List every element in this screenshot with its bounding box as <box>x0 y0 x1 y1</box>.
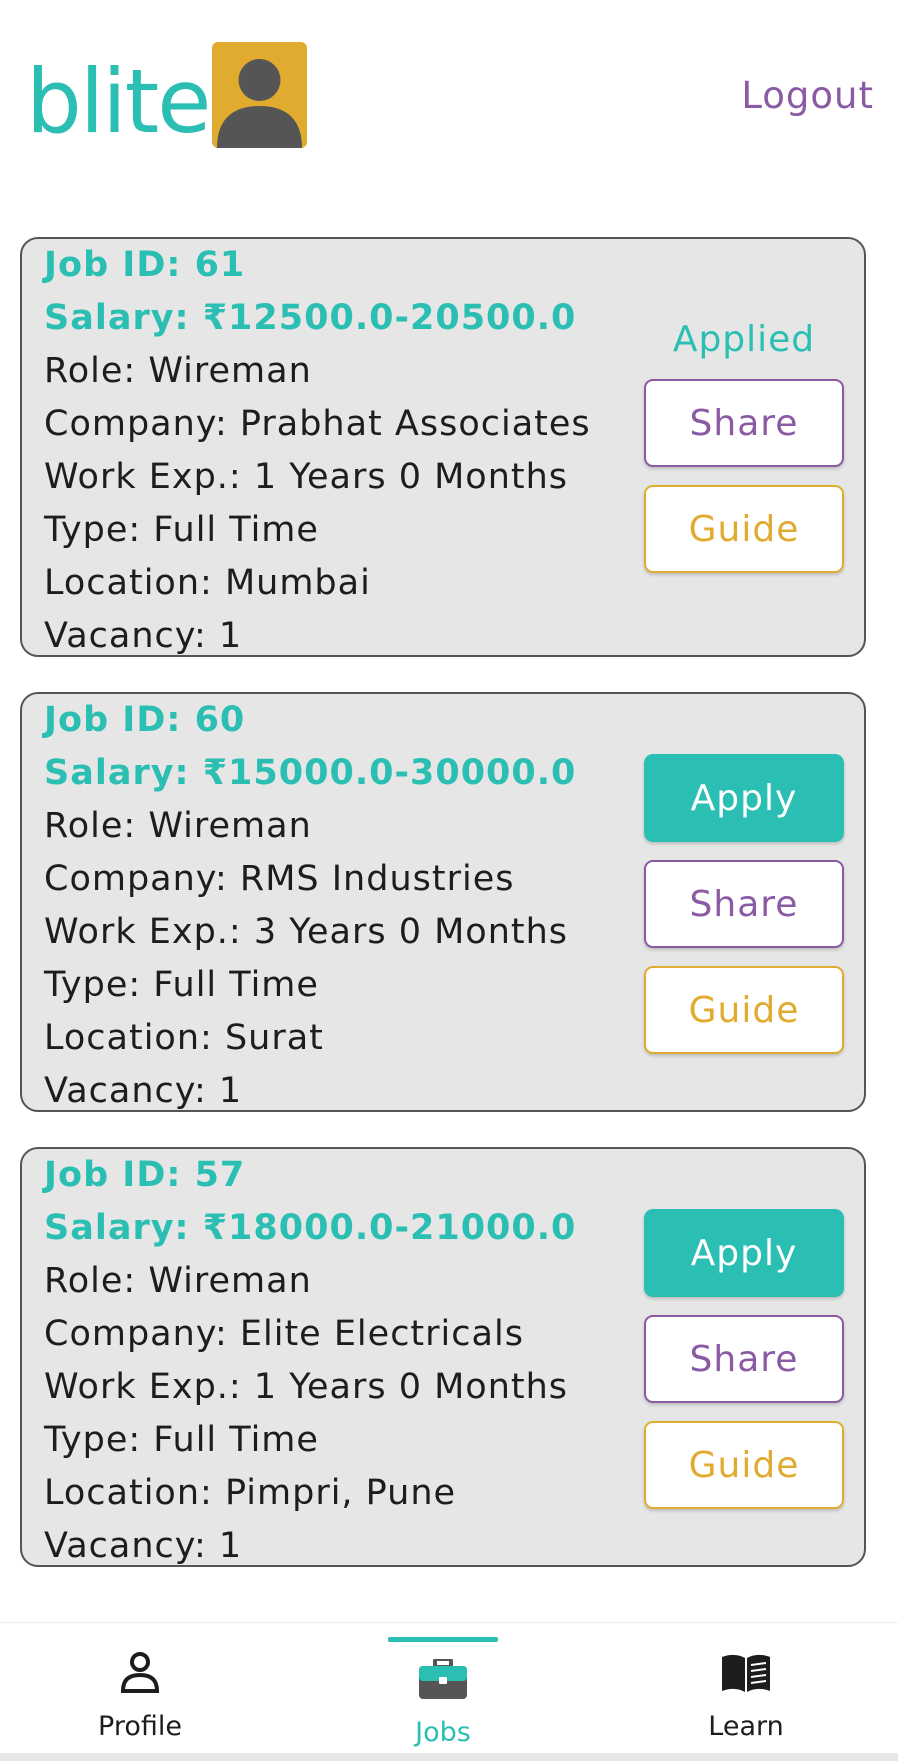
job-type: Type: Full Time <box>44 1420 319 1460</box>
apply-button[interactable]: Apply <box>644 1209 844 1297</box>
share-button[interactable]: Share <box>644 1315 844 1403</box>
job-vacancy: Vacancy: 1 <box>44 1071 243 1111</box>
job-work-exp: Work Exp.: 3 Years 0 Months <box>44 912 569 952</box>
job-type: Type: Full Time <box>44 510 319 550</box>
guide-button[interactable]: Guide <box>644 485 844 573</box>
app-logo-text: blite <box>26 50 211 153</box>
nav-item-learn[interactable]: Learn <box>636 1623 856 1762</box>
job-salary: Salary: ₹18000.0-21000.0 <box>44 1208 577 1248</box>
job-company: Company: Prabhat Associates <box>44 404 591 444</box>
nav-label-learn: Learn <box>708 1711 784 1742</box>
job-type: Type: Full Time <box>44 965 319 1005</box>
job-work-exp: Work Exp.: 1 Years 0 Months <box>44 457 569 497</box>
job-vacancy: Vacancy: 1 <box>44 1526 243 1566</box>
nav-label-jobs: Jobs <box>415 1717 471 1748</box>
job-id: Job ID: 60 <box>44 700 246 740</box>
job-location: Location: Pimpri, Pune <box>44 1473 457 1513</box>
job-card: Job ID: 60 Salary: ₹15000.0-30000.0 Role… <box>20 692 866 1112</box>
job-id: Job ID: 61 <box>44 245 246 285</box>
applied-status: Applied <box>672 319 816 360</box>
job-company: Company: Elite Electricals <box>44 1314 524 1354</box>
guide-button[interactable]: Guide <box>644 966 844 1054</box>
person-icon <box>120 1651 160 1697</box>
nav-item-jobs[interactable]: Jobs <box>333 1623 553 1762</box>
briefcase-icon <box>419 1657 467 1703</box>
job-card: Job ID: 61 Salary: ₹12500.0-20500.0 Role… <box>20 237 866 657</box>
share-button[interactable]: Share <box>644 379 844 467</box>
system-bottom-bar <box>0 1753 898 1761</box>
job-location: Location: Mumbai <box>44 563 371 603</box>
nav-item-profile[interactable]: Profile <box>30 1623 250 1762</box>
apply-button[interactable]: Apply <box>644 754 844 842</box>
avatar-logo-icon <box>212 42 307 148</box>
app-header: blite Logout <box>0 0 898 190</box>
job-location: Location: Surat <box>44 1018 324 1058</box>
job-role: Role: Wireman <box>44 1261 312 1301</box>
job-role: Role: Wireman <box>44 351 312 391</box>
job-company: Company: RMS Industries <box>44 859 515 899</box>
job-card: Job ID: 57 Salary: ₹18000.0-21000.0 Role… <box>20 1147 866 1567</box>
nav-label-profile: Profile <box>98 1711 182 1742</box>
book-icon <box>720 1653 772 1697</box>
job-role: Role: Wireman <box>44 806 312 846</box>
bottom-navigation: Profile Jobs Learn <box>0 1622 898 1762</box>
job-salary: Salary: ₹12500.0-20500.0 <box>44 298 577 338</box>
job-salary: Salary: ₹15000.0-30000.0 <box>44 753 577 793</box>
logout-link[interactable]: Logout <box>741 74 874 117</box>
job-id: Job ID: 57 <box>44 1155 246 1195</box>
guide-button[interactable]: Guide <box>644 1421 844 1509</box>
job-vacancy: Vacancy: 1 <box>44 616 243 656</box>
job-work-exp: Work Exp.: 1 Years 0 Months <box>44 1367 569 1407</box>
share-button[interactable]: Share <box>644 860 844 948</box>
